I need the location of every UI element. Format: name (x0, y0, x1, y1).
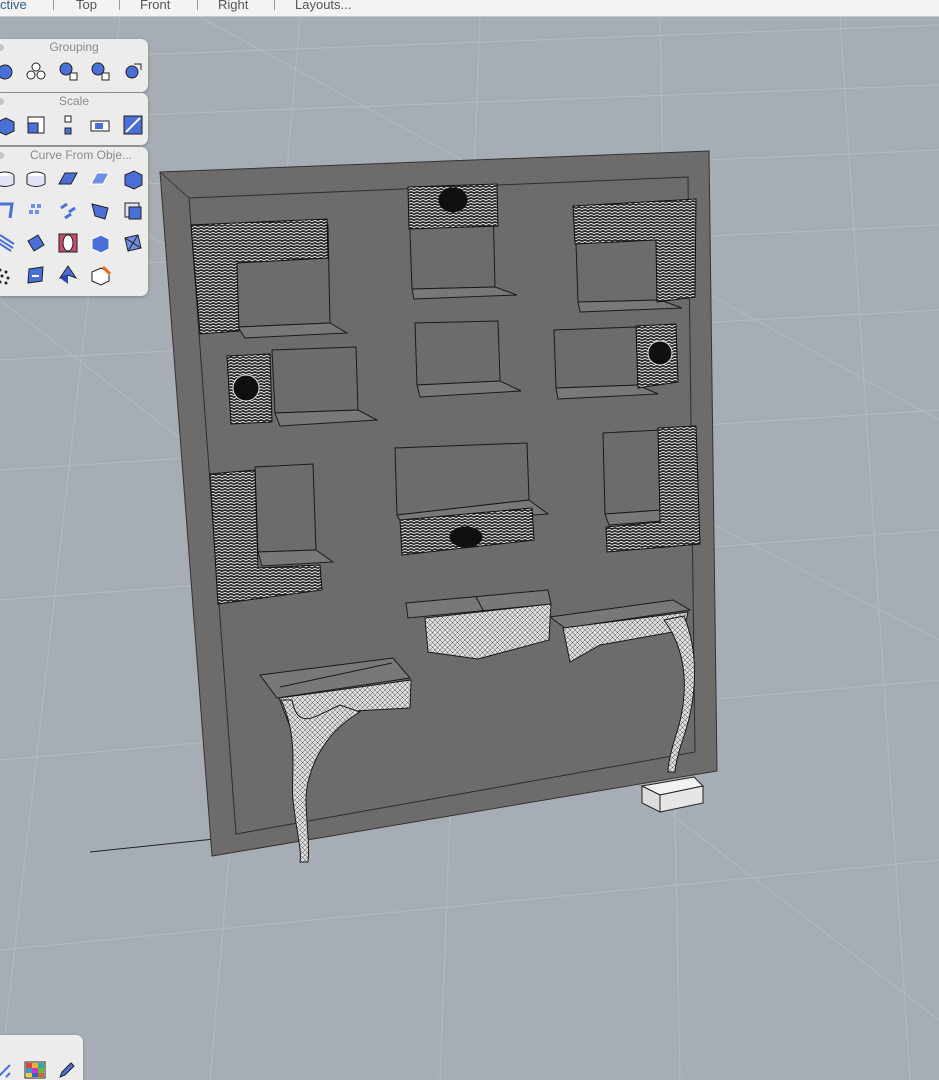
unroll-icon[interactable] (89, 232, 111, 254)
scale-1d-icon[interactable] (57, 114, 79, 136)
curve-tools-row-1 (0, 164, 148, 196)
grouping-panel[interactable]: Grouping (0, 39, 148, 92)
panel-close-dot[interactable] (0, 98, 4, 105)
tab-front[interactable]: Front (140, 0, 170, 13)
duplicate-border-icon[interactable] (89, 168, 111, 190)
curve-from-points-icon[interactable] (57, 264, 79, 286)
curve-tools-row-4 (0, 260, 148, 292)
scale-3d-icon[interactable] (0, 114, 16, 136)
tab-separator (274, 0, 275, 10)
duplicate-edge-icon[interactable] (57, 168, 79, 190)
extract-curvature-icon[interactable] (0, 264, 16, 286)
hull-icon[interactable] (89, 264, 111, 286)
tab-layouts[interactable]: Layouts... (295, 0, 351, 13)
scale-nonuniform-icon[interactable] (89, 114, 111, 136)
tab-separator (119, 0, 120, 10)
remove-from-group-icon[interactable] (89, 60, 111, 82)
curve-from-objects-panel[interactable]: Curve From Obje... (0, 147, 148, 296)
pull-curve-icon[interactable] (25, 168, 47, 190)
bottom-toolbar-panel[interactable] (0, 1035, 83, 1080)
curve-from-objects-title: Curve From Obje... (29, 148, 133, 162)
section-icon[interactable] (122, 200, 144, 222)
color-grid-icon[interactable] (24, 1061, 46, 1079)
tab-perspective[interactable]: ctive (0, 0, 27, 13)
panel-close-dot[interactable] (0, 44, 4, 51)
grouping-title: Grouping (49, 40, 99, 54)
scale-panel[interactable]: Scale (0, 93, 148, 145)
shear-icon[interactable] (122, 114, 144, 136)
curve-tools-row-2 (0, 196, 148, 228)
extract-wireframe-icon[interactable] (25, 200, 47, 222)
group-icon[interactable] (25, 60, 47, 82)
tab-top[interactable]: Top (76, 0, 97, 13)
add-to-group-icon[interactable] (57, 60, 79, 82)
viewport-tab-bar: ctive Top Front Right Layouts... (0, 0, 939, 17)
scale-2d-icon[interactable] (25, 114, 47, 136)
grouping-tools (0, 56, 148, 88)
scale-tools (0, 110, 148, 142)
mesh-outline-icon[interactable] (122, 232, 144, 254)
make-2d-icon[interactable] (25, 232, 47, 254)
intersection-icon[interactable] (57, 200, 79, 222)
extract-points-icon[interactable] (57, 232, 79, 254)
scale-title: Scale (58, 94, 90, 108)
panel-close-dot[interactable] (0, 152, 4, 159)
project-curve-icon[interactable] (0, 168, 16, 190)
ungroup-icon[interactable] (0, 60, 16, 82)
tab-separator (53, 0, 54, 10)
transform-icon[interactable] (0, 1061, 14, 1079)
duplicate-face-border-icon[interactable] (122, 168, 144, 190)
extract-isocurve-icon[interactable] (0, 200, 16, 222)
blend-icon[interactable] (25, 264, 47, 286)
contour-icon[interactable] (89, 200, 111, 222)
silhouette-icon[interactable] (0, 232, 16, 254)
curve-tools-row-3 (0, 228, 148, 260)
set-group-name-icon[interactable] (122, 60, 144, 82)
edit-icon[interactable] (58, 1061, 76, 1079)
tab-right[interactable]: Right (218, 0, 248, 13)
tab-separator (197, 0, 198, 10)
